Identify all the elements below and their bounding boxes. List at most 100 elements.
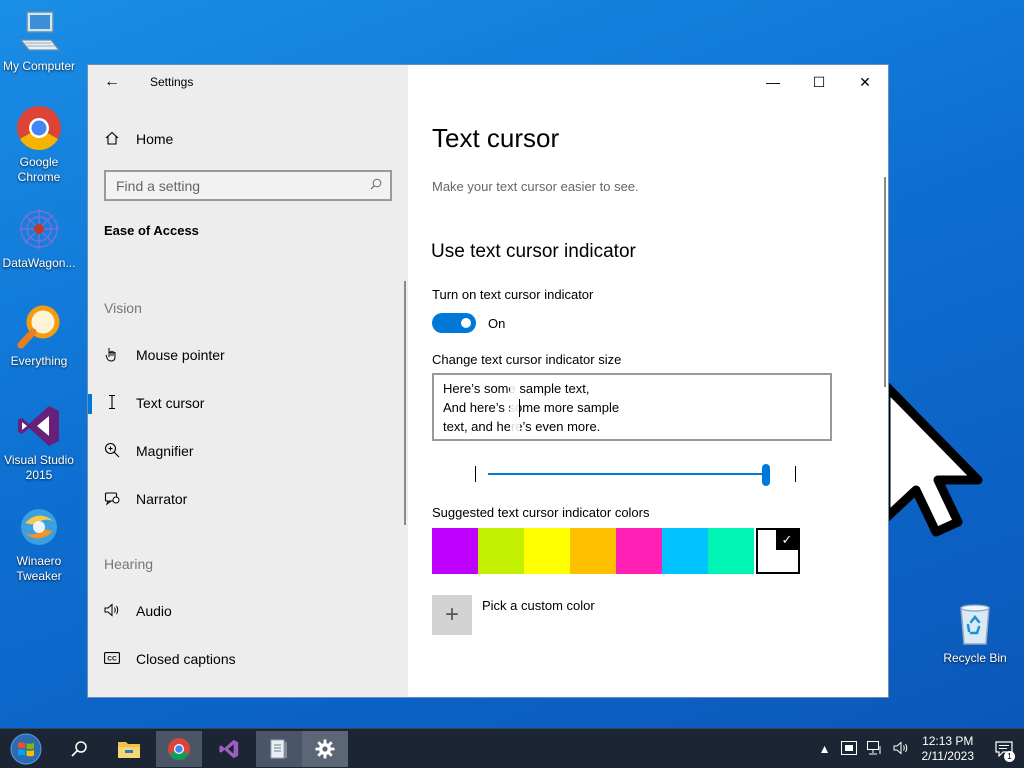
maximize-icon: ☐ — [812, 73, 826, 90]
file-explorer-icon — [118, 742, 140, 758]
sidebar-item-label: Text cursor — [136, 395, 205, 411]
sidebar-item-label: Mouse pointer — [136, 347, 225, 363]
action-center-security-icon[interactable] — [840, 740, 857, 758]
color-swatch[interactable] — [708, 528, 754, 574]
clock-time: 12:13 PM — [922, 734, 974, 748]
custom-color-button[interactable]: + — [432, 595, 472, 635]
narrator-icon — [104, 490, 120, 509]
custom-color-label[interactable]: Pick a custom color — [482, 598, 595, 613]
back-button[interactable]: ← — [100, 71, 124, 93]
taskbar-app-settings[interactable] — [302, 731, 348, 767]
plus-icon: + — [444, 601, 459, 628]
desktop-icon-datawagon[interactable]: DataWagon... — [1, 205, 77, 271]
maximize-button[interactable]: ☐ — [796, 65, 842, 99]
sidebar-item-audio[interactable]: Audio — [88, 591, 404, 631]
text-cursor-icon — [104, 394, 120, 413]
desktop-icon-google-chrome[interactable]: Google Chrome — [1, 104, 77, 185]
winaero-tweaker-icon — [15, 503, 63, 551]
cursor-size-slider[interactable] — [472, 462, 796, 488]
large-mouse-pointer-icon — [881, 381, 983, 537]
show-hidden-icons-chevron-icon[interactable]: ▲ — [819, 742, 831, 756]
sidebar-item-closed-captions[interactable]: CC Closed captions — [88, 639, 404, 679]
group-heading-hearing: Hearing — [104, 556, 154, 572]
sidebar-item-text-cursor[interactable]: Text cursor — [88, 383, 404, 423]
desktop-icon-label: DataWagon... — [2, 256, 76, 270]
sidebar-item-mouse-pointer[interactable]: Mouse pointer — [88, 335, 404, 375]
minimize-button[interactable]: — — [750, 65, 796, 99]
sidebar-item-magnifier[interactable]: Magnifier — [88, 431, 404, 471]
notification-badge: 1 — [1004, 751, 1015, 762]
closed-captions-icon: CC — [104, 651, 120, 667]
sample-text-line: And here’s some more sample — [443, 400, 620, 415]
sample-text-line: text, and here’s even more. — [443, 419, 601, 434]
cursor-indicator-toggle[interactable] — [432, 313, 476, 333]
audio-icon — [104, 602, 120, 620]
color-swatch[interactable] — [432, 528, 478, 574]
windows-logo-icon — [10, 733, 42, 765]
group-heading-vision: Vision — [104, 300, 142, 316]
taskbar-app-visual-studio[interactable] — [206, 731, 252, 767]
chrome-icon — [168, 738, 190, 760]
svg-text:CC: CC — [107, 656, 117, 663]
color-swatch[interactable] — [478, 528, 524, 574]
clock-date: 2/11/2023 — [921, 749, 975, 763]
color-swatch[interactable] — [570, 528, 616, 574]
sidebar-item-home[interactable]: Home — [104, 127, 384, 151]
toggle-state-text: On — [488, 316, 506, 331]
taskbar-app-notepad[interactable] — [256, 731, 302, 767]
close-button[interactable]: ✕ — [842, 65, 888, 99]
sidebar-item-label: Closed captions — [136, 651, 236, 667]
settings-window: ← Settings Home Find a setting Ease of A… — [87, 64, 889, 698]
datawagon-icon — [15, 205, 63, 253]
desktop-icon-label: Recycle Bin — [943, 651, 1007, 665]
sample-text-box: Here’s some sample text, And here’s some… — [432, 373, 832, 441]
desktop-icon-my-computer[interactable]: My Computer — [1, 8, 77, 74]
toggle-label: Turn on text cursor indicator — [432, 287, 594, 302]
magnifier-icon — [104, 442, 120, 461]
volume-icon[interactable] — [893, 740, 909, 758]
page-description: Make your text cursor easier to see. — [432, 179, 639, 194]
desktop-icon-winaero-tweaker[interactable]: Winaero Tweaker — [1, 503, 77, 584]
color-swatch[interactable] — [616, 528, 662, 574]
desktop-icon-label: Google Chrome — [17, 155, 61, 184]
color-swatch[interactable]: ✓ — [756, 528, 800, 574]
start-button[interactable] — [4, 731, 48, 767]
size-label: Change text cursor indicator size — [432, 352, 622, 367]
color-swatch[interactable] — [524, 528, 570, 574]
sidebar-item-label: Audio — [136, 603, 172, 619]
taskbar-app-chrome[interactable] — [156, 731, 202, 767]
notification-center-button[interactable]: 1 — [984, 729, 1024, 768]
desktop-icon-visual-studio[interactable]: Visual Studio 2015 — [1, 402, 77, 483]
search-input[interactable]: Find a setting — [104, 170, 392, 201]
taskbar-search-button[interactable] — [56, 731, 102, 767]
page-title: Text cursor — [432, 123, 560, 153]
sidebar-item-narrator[interactable]: Narrator — [88, 479, 404, 519]
app-title: Settings — [150, 75, 194, 89]
main-content: Text cursor Make your text cursor easier… — [408, 65, 888, 697]
slider-thumb[interactable] — [762, 464, 770, 486]
color-swatch[interactable] — [662, 528, 708, 574]
sidebar-item-label: Narrator — [136, 491, 188, 507]
desktop-icon-everything[interactable]: Everything — [1, 303, 77, 369]
section-subtitle: Use text cursor indicator — [431, 241, 636, 262]
main-scrollbar[interactable] — [884, 177, 886, 387]
recycle-bin-icon — [951, 600, 999, 648]
taskbar-app-file-explorer[interactable] — [106, 731, 152, 767]
sidebar-scrollbar[interactable] — [404, 281, 406, 525]
home-icon — [104, 131, 120, 148]
sample-text-line: Here’s some sample text, — [443, 381, 590, 396]
colors-label: Suggested text cursor indicator colors — [432, 505, 650, 520]
system-tray: ▲ 12:13 PM 2/11/2023 1 — [814, 729, 1024, 768]
slider-track — [488, 473, 764, 475]
network-icon[interactable] — [866, 740, 883, 758]
desktop-icon-recycle-bin[interactable]: Recycle Bin — [937, 600, 1013, 666]
taskbar-clock[interactable]: 12:13 PM 2/11/2023 — [922, 734, 975, 764]
desktop-icon-label: Visual Studio 2015 — [4, 453, 74, 482]
slider-min-tick — [475, 466, 476, 482]
everything-search-icon — [15, 303, 63, 351]
title-bar: ← Settings — [88, 65, 408, 99]
settings-icon — [315, 739, 335, 759]
slider-max-tick — [795, 466, 796, 482]
mouse-pointer-icon — [104, 346, 120, 365]
search-placeholder: Find a setting — [116, 177, 201, 194]
